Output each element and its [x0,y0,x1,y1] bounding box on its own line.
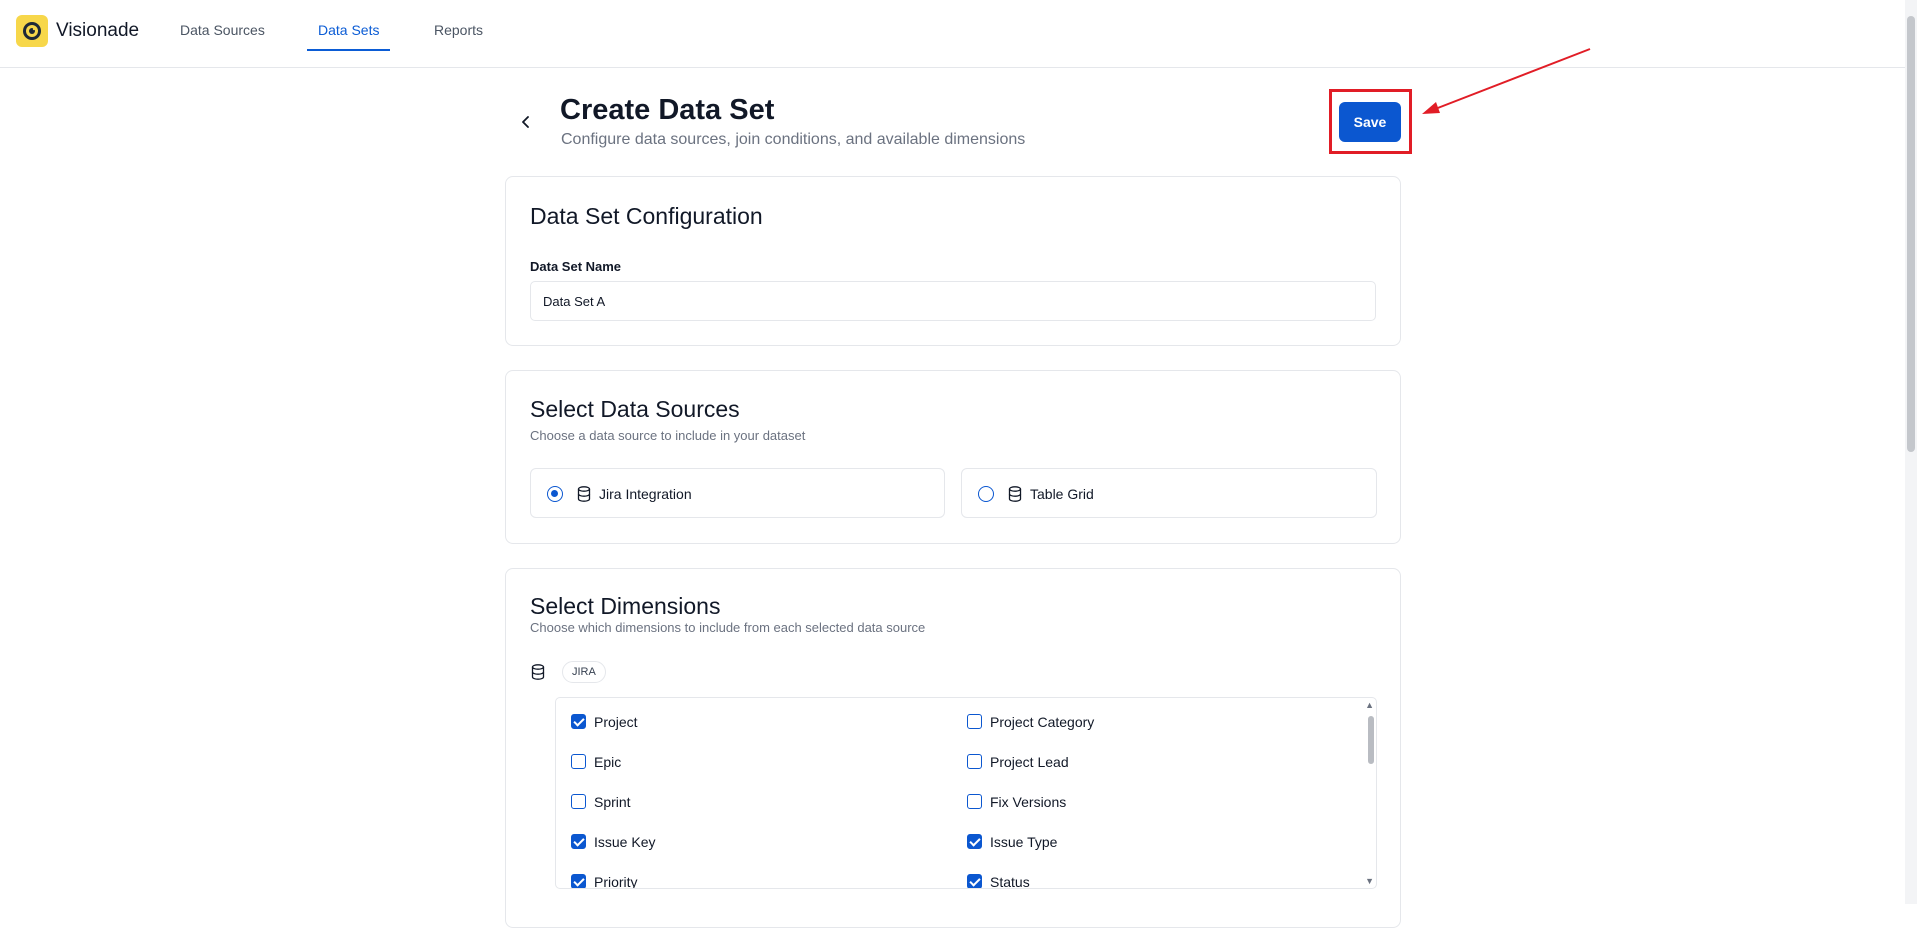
tab-data-sets[interactable]: Data Sets [318,22,379,38]
jira-radio[interactable] [547,486,563,502]
checkbox[interactable] [571,754,586,769]
dimensions-scrollbar[interactable]: ▲ ▼ [1364,698,1376,888]
dimension-label: Epic [594,754,622,770]
source-tag-jira: JIRA [562,661,606,683]
dimension-label: Priority [594,874,638,889]
scroll-down-icon[interactable]: ▼ [1365,876,1374,886]
dimension-label: Project [594,714,638,730]
dataset-name-label: Data Set Name [530,259,622,274]
database-icon [577,486,591,502]
chevron-left-icon [522,116,529,128]
database-icon [1008,486,1022,502]
dimension-label: Project Category [990,714,1095,730]
dataset-name-input[interactable] [530,281,1376,321]
page-subtitle: Configure data sources, join conditions,… [561,131,1026,148]
source-label-table-grid: Table Grid [1030,486,1094,502]
config-title: Data Set Configuration [530,203,763,229]
checkbox[interactable] [571,714,586,729]
page-title: Create Data Set [560,94,775,126]
dimension-label: Issue Key [594,834,656,850]
tab-data-sources[interactable]: Data Sources [180,22,265,38]
database-icon [531,664,545,680]
checkbox[interactable] [967,834,982,849]
back-button[interactable] [516,110,536,134]
page-scrollbar[interactable] [1905,0,1917,904]
source-option-jira[interactable]: Jira Integration [530,468,945,518]
source-label-jira: Jira Integration [599,486,692,502]
sources-description: Choose a data source to include in your … [530,428,806,443]
dimensions-scrollbar-thumb[interactable] [1368,716,1374,764]
dimensions-title: Select Dimensions [530,593,721,619]
page-scrollbar-thumb[interactable] [1907,16,1915,452]
save-button[interactable]: Save [1339,102,1401,142]
checkbox[interactable] [967,874,982,888]
checkbox[interactable] [967,794,982,809]
app-logo-icon[interactable] [16,15,48,47]
config-card: Data Set Configuration Data Set Name [505,176,1401,346]
app-name[interactable]: Visionade [56,20,139,42]
dimensions-description: Choose which dimensions to include from … [530,620,926,635]
checkbox[interactable] [571,874,586,888]
table-grid-radio[interactable] [978,486,994,502]
dimension-label: Issue Type [990,834,1058,850]
source-option-table-grid[interactable]: Table Grid [961,468,1377,518]
checkbox[interactable] [571,794,586,809]
checkbox[interactable] [967,754,982,769]
dimension-label: Status [990,874,1030,889]
top-navigation-bar: Visionade Data Sources Data Sets Reports [0,0,1905,68]
annotation-arrow-icon [1422,48,1591,114]
scroll-up-icon[interactable]: ▲ [1365,700,1374,710]
dimension-label: Sprint [594,794,631,810]
sources-title: Select Data Sources [530,396,740,422]
checkbox[interactable] [967,714,982,729]
sources-card: Select Data Sources Choose a data source… [505,370,1401,544]
dimensions-list[interactable]: Project Project Category Epic Project Le… [555,697,1377,889]
dimensions-card: Select Dimensions Choose which dimension… [505,568,1401,928]
dimension-label: Fix Versions [990,794,1067,810]
active-tab-indicator [307,49,390,51]
checkbox[interactable] [571,834,586,849]
dimension-label: Project Lead [990,754,1069,770]
tab-reports[interactable]: Reports [434,22,483,38]
